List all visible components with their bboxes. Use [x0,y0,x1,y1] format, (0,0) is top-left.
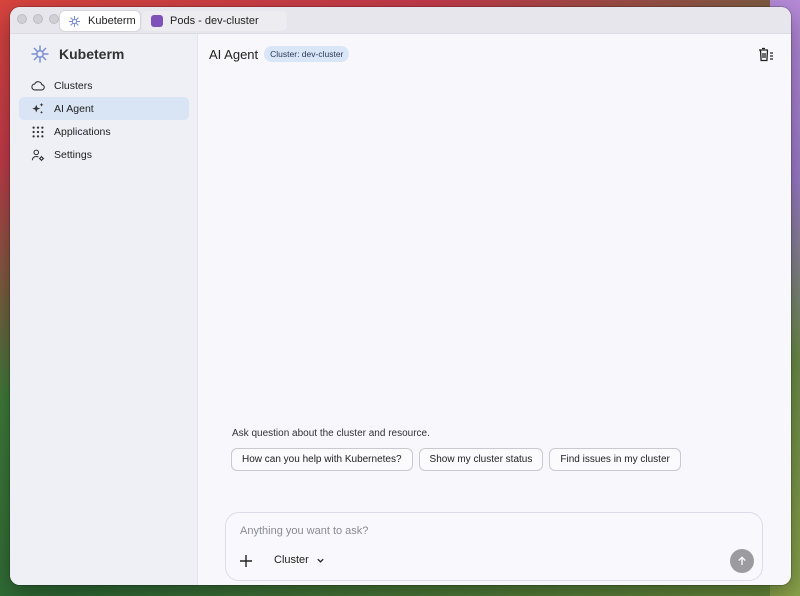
plus-icon [240,555,252,567]
sidebar-item-applications[interactable]: Applications [19,120,189,143]
window-controls [17,14,59,24]
suggestion-list: How can you help with Kubernetes? Show m… [231,448,681,471]
brand-name: Kubeterm [59,46,125,62]
chat-composer: Cluster [225,512,763,581]
tab-label: Pods - dev-cluster [170,15,259,27]
pod-icon [150,15,163,28]
sidebar-item-label: AI Agent [54,102,94,115]
context-select-value: Cluster [274,554,309,566]
kubeterm-logo-icon [31,45,49,63]
chevron-down-icon [317,558,324,563]
suggestion-button-kubernetes-help[interactable]: How can you help with Kubernetes? [231,448,413,471]
sidebar-item-label: Clusters [54,79,93,92]
cluster-badge: Cluster: dev-cluster [264,46,350,62]
add-attachment-button[interactable] [238,553,254,569]
suggestion-button-cluster-status[interactable]: Show my cluster status [418,448,544,471]
zoom-window-button[interactable] [49,14,59,24]
tab-kubeterm[interactable]: Kubeterm [60,11,140,31]
prompt-hint: Ask question about the cluster and resou… [232,428,430,439]
cloud-icon [31,79,45,93]
sidebar: Kubeterm Clusters AI Agent Applications [10,34,198,585]
user-settings-icon [31,148,45,162]
close-window-button[interactable] [17,14,27,24]
trash-list-icon [759,47,773,62]
context-select[interactable]: Cluster [274,554,325,566]
page-header: AI Agent Cluster: dev-cluster [209,46,350,62]
minimize-window-button[interactable] [33,14,43,24]
app-window: Kubeterm Pods - dev-cluster Kubeterm Clu… [10,7,791,585]
sidebar-item-label: Applications [54,125,111,138]
sidebar-item-clusters[interactable]: Clusters [19,74,189,97]
page-title: AI Agent [209,46,259,62]
sidebar-nav: Clusters AI Agent Applications Settings [19,74,189,166]
grid-icon [31,125,45,139]
tab-label: Kubeterm [88,15,136,27]
brand: Kubeterm [30,44,124,64]
main-panel: AI Agent Cluster: dev-cluster Ask questi… [198,34,791,585]
chat-input[interactable] [240,525,720,537]
sparkles-icon [31,102,45,116]
tab-pods-dev-cluster[interactable]: Pods - dev-cluster [142,11,287,31]
title-bar: Kubeterm Pods - dev-cluster [10,7,791,34]
kubeterm-logo-icon [68,15,81,28]
suggestion-button-find-issues[interactable]: Find issues in my cluster [549,448,681,471]
sidebar-item-label: Settings [54,148,92,161]
clear-chat-button[interactable] [757,46,775,64]
sidebar-item-ai-agent[interactable]: AI Agent [19,97,189,120]
arrow-up-icon [738,556,746,565]
send-button[interactable] [730,549,754,573]
sidebar-item-settings[interactable]: Settings [19,143,189,166]
